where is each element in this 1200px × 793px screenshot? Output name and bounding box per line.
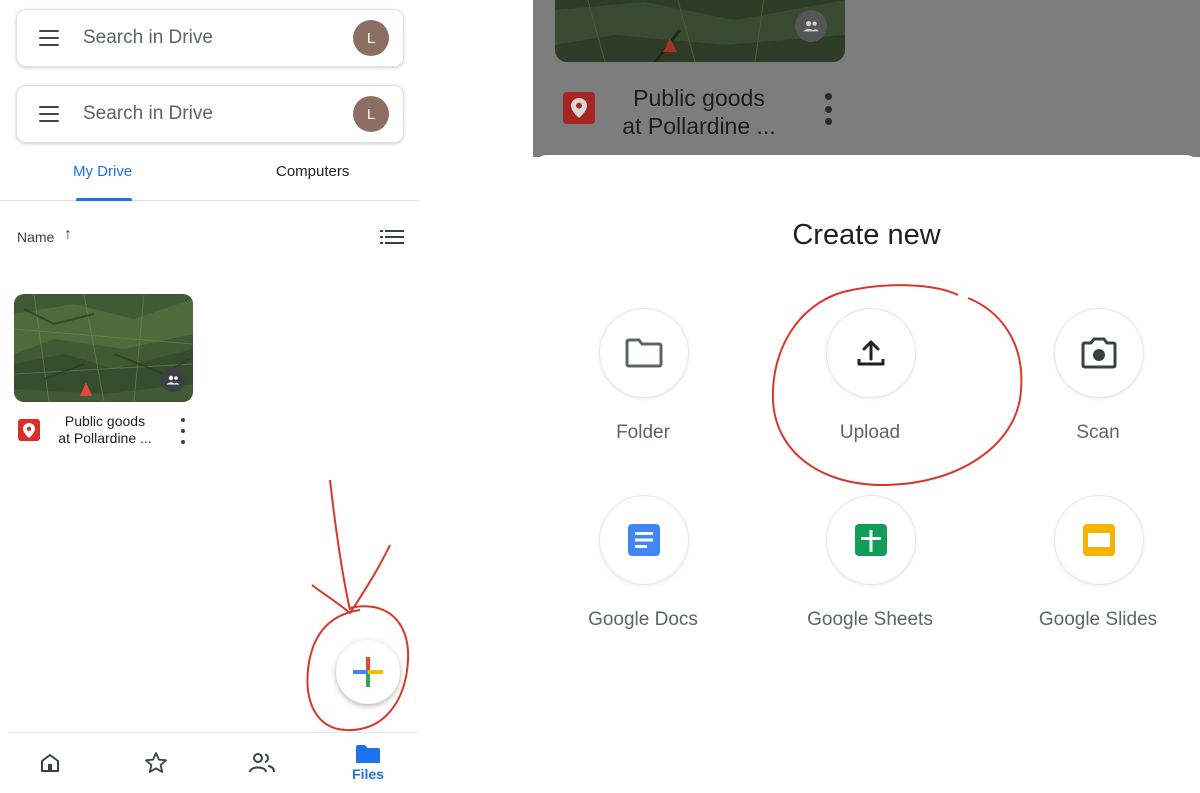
file-thumbnail xyxy=(555,0,845,62)
file-name-line: at Pollardine ... xyxy=(58,430,152,446)
shared-people-icon xyxy=(249,753,275,773)
tab-my-drive[interactable]: My Drive xyxy=(73,163,132,180)
nav-home[interactable] xyxy=(20,733,80,793)
tab-computers[interactable]: Computers xyxy=(276,163,349,180)
active-tab-indicator xyxy=(76,198,132,201)
file-name-line: at Pollardine ... xyxy=(622,113,776,139)
nav-files-label: Files xyxy=(352,766,384,782)
new-item-fab[interactable] xyxy=(336,640,400,704)
search-bar[interactable]: Search in Drive L xyxy=(16,85,404,143)
create-folder-option[interactable]: Folder xyxy=(553,308,733,468)
search-input[interactable]: Search in Drive xyxy=(83,103,353,125)
list-view-icon[interactable] xyxy=(380,230,404,244)
nav-shared[interactable] xyxy=(232,733,292,793)
avatar[interactable]: L xyxy=(353,96,389,132)
google-slides-option[interactable]: Google Slides xyxy=(1008,495,1188,655)
star-icon xyxy=(145,752,167,773)
folder-outline-icon xyxy=(625,338,663,368)
google-sheets-icon xyxy=(855,524,887,556)
google-plus-icon xyxy=(353,657,383,687)
google-slides-label: Google Slides xyxy=(1038,609,1158,630)
file-name-line: Public goods xyxy=(64,413,146,429)
shared-badge-icon xyxy=(161,368,185,392)
search-input[interactable]: Search in Drive xyxy=(83,27,353,49)
folder-label: Folder xyxy=(616,422,670,443)
avatar[interactable]: L xyxy=(353,20,389,56)
drive-home-screen: Search in Drive L Search in Drive L My D… xyxy=(0,0,420,793)
file-thumbnail[interactable] xyxy=(14,294,193,402)
more-options-icon[interactable] xyxy=(176,418,190,444)
sheet-title: Create new xyxy=(792,219,941,251)
hamburger-menu-icon[interactable] xyxy=(39,30,59,46)
google-docs-option[interactable]: Google Docs xyxy=(553,495,733,655)
google-sheets-label: Google Sheets xyxy=(807,609,933,630)
sort-row: Name ↑ xyxy=(0,224,420,252)
folder-button[interactable] xyxy=(599,308,689,398)
map-pin-icon xyxy=(563,92,595,124)
google-slides-icon xyxy=(1083,524,1115,556)
home-icon xyxy=(41,754,59,772)
google-docs-icon xyxy=(628,524,660,556)
bottom-navigation: Files xyxy=(8,732,418,793)
google-sheets-button[interactable] xyxy=(826,495,916,585)
nav-files[interactable]: Files xyxy=(338,733,398,793)
file-name-line: Public goods xyxy=(633,85,765,111)
dimmed-background[interactable]: Public goods at Pollardine ... xyxy=(533,0,1200,157)
sort-by-name-button[interactable]: Name xyxy=(17,229,54,245)
camera-icon xyxy=(1081,337,1117,369)
scan-option[interactable]: Scan xyxy=(1008,308,1188,468)
more-options-icon xyxy=(824,93,832,125)
hamburger-menu-icon[interactable] xyxy=(39,106,59,122)
folder-icon xyxy=(356,745,380,763)
sort-direction-icon[interactable]: ↑ xyxy=(64,226,72,244)
annotation-circle xyxy=(771,284,1023,487)
google-docs-button[interactable] xyxy=(599,495,689,585)
google-slides-button[interactable] xyxy=(1054,495,1144,585)
scan-button[interactable] xyxy=(1054,308,1144,398)
drive-tabs: My Drive Computers xyxy=(0,150,420,201)
file-name[interactable]: Public goods at Pollardine ... xyxy=(50,413,160,447)
search-bar[interactable]: Search in Drive L xyxy=(16,9,404,67)
create-new-screen: Public goods at Pollardine ... Create ne… xyxy=(533,0,1200,792)
nav-starred[interactable] xyxy=(126,733,186,793)
file-name: Public goods at Pollardine ... xyxy=(619,84,779,140)
google-sheets-option[interactable]: Google Sheets xyxy=(780,495,960,655)
google-docs-label: Google Docs xyxy=(588,609,698,630)
map-pin-icon xyxy=(18,419,40,441)
shared-badge-icon xyxy=(795,10,827,42)
